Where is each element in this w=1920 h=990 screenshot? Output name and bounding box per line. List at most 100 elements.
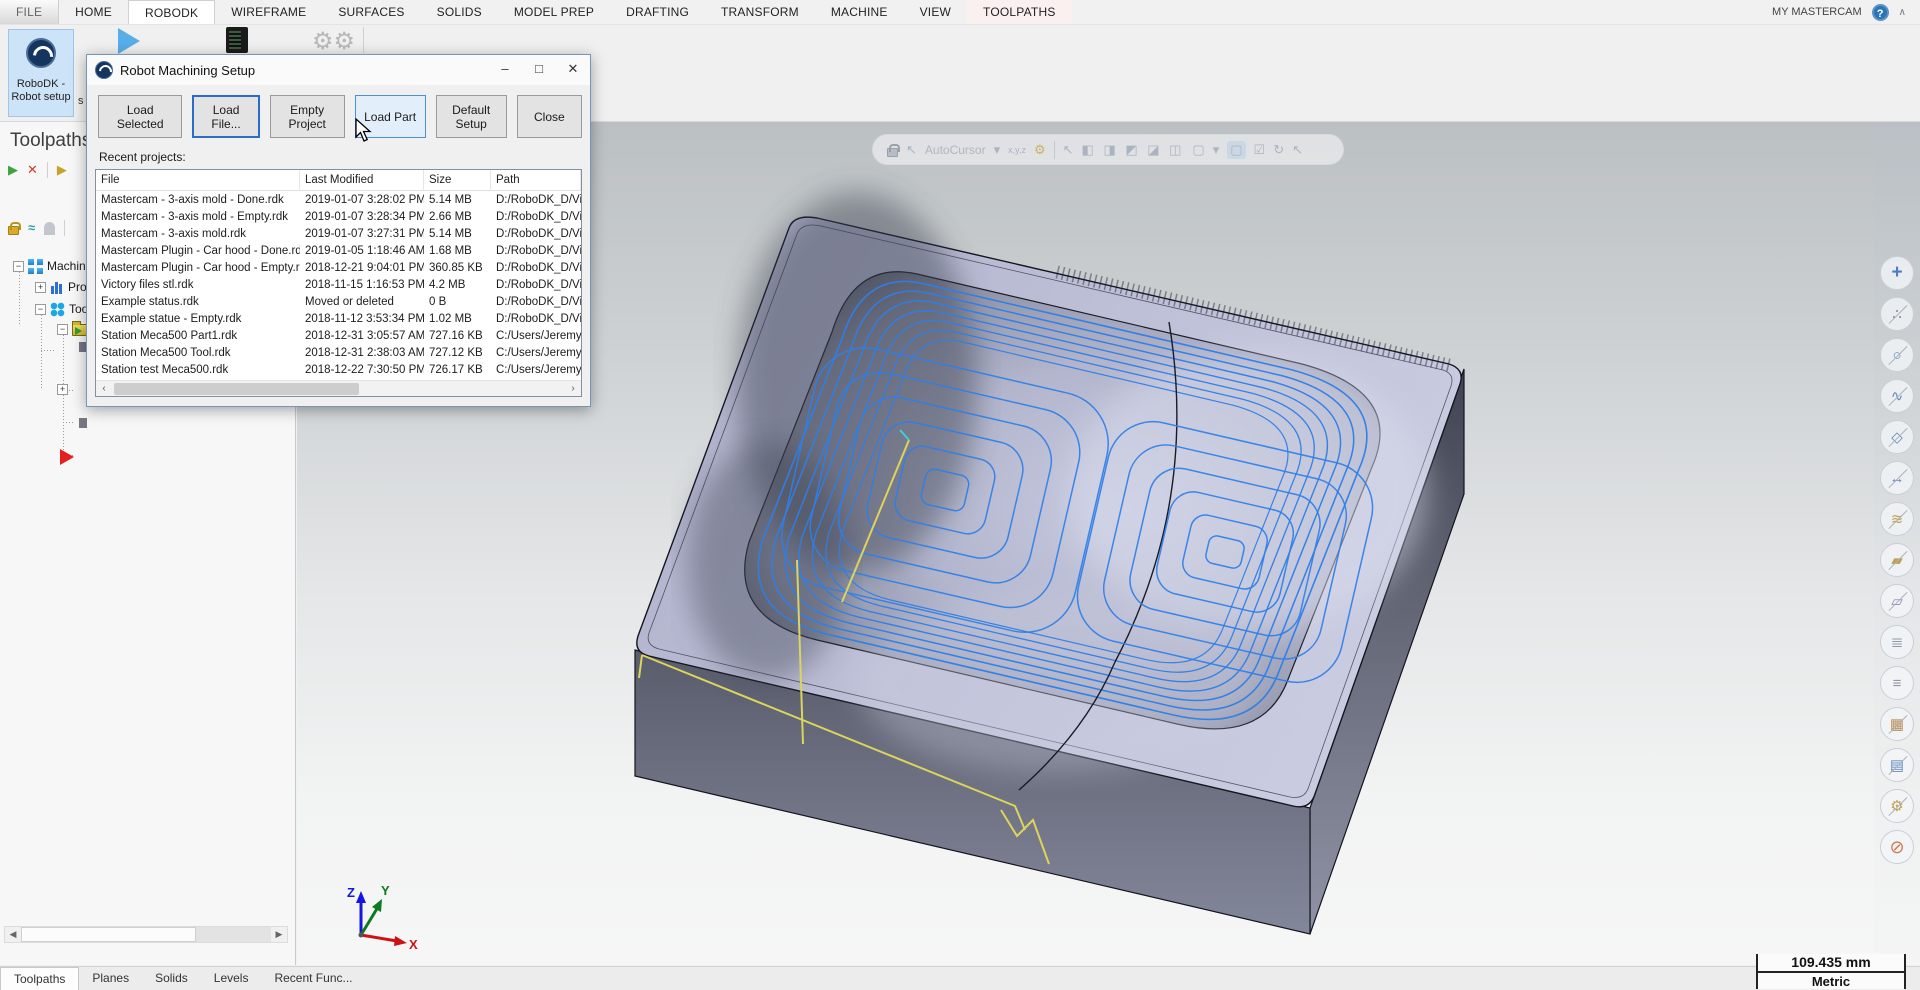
- dialog-titlebar[interactable]: Robot Machining Setup – □ ✕: [87, 55, 590, 85]
- table-row[interactable]: Mastercam - 3-axis mold - Done.rdk2019-0…: [96, 191, 581, 208]
- tree-item-suboperation[interactable]: +: [57, 380, 68, 398]
- qm-select-list-pin[interactable]: ≡: [1880, 666, 1914, 700]
- help-icon[interactable]: ?: [1872, 4, 1889, 21]
- program-icon[interactable]: [226, 27, 248, 53]
- empty-project-button[interactable]: Empty Project: [270, 95, 345, 138]
- qm-select-wireframe[interactable]: ◇: [1880, 420, 1914, 454]
- tab-view[interactable]: VIEW: [904, 0, 967, 24]
- qm-select-dimensions[interactable]: ↔: [1880, 461, 1914, 495]
- qm-select-solids[interactable]: ▰: [1880, 543, 1914, 577]
- tab-file[interactable]: FILE: [0, 0, 59, 24]
- statusbar-tab-recent-functions[interactable]: Recent Func...: [261, 967, 365, 990]
- autocursor-dropdown-icon[interactable]: ▾: [994, 142, 1001, 158]
- expand-icon[interactable]: +: [57, 384, 68, 395]
- close-button[interactable]: Close: [517, 95, 582, 138]
- table-row[interactable]: Victory files stl.rdk2018-11-15 1:16:53 …: [96, 276, 581, 293]
- end-selection-icon[interactable]: ↖: [1292, 142, 1303, 158]
- autocursor-cursor-icon[interactable]: ↖: [906, 142, 917, 158]
- qm-select-all[interactable]: +: [1880, 256, 1914, 290]
- simulate-icon[interactable]: [118, 28, 140, 54]
- default-setup-button[interactable]: Default Setup: [436, 95, 507, 138]
- selection-dropdown-icon[interactable]: ▾: [1213, 142, 1220, 158]
- robodk-setup-button[interactable]: RoboDK - Robot setup: [8, 29, 74, 117]
- table-header[interactable]: File Last Modified Size Path: [96, 170, 581, 191]
- tab-transform[interactable]: TRANSFORM: [705, 0, 815, 24]
- tab-model-prep[interactable]: MODEL PREP: [498, 0, 610, 24]
- qm-select-arcs[interactable]: ○: [1880, 338, 1914, 372]
- validate-selection-icon[interactable]: ☑: [1254, 142, 1266, 158]
- qm-select-surfaces[interactable]: ≋: [1880, 502, 1914, 536]
- ghost-operations-icon[interactable]: [44, 222, 55, 235]
- toolpath-display-icon[interactable]: ≈: [28, 220, 35, 236]
- load-file-button[interactable]: Load File...: [192, 95, 259, 138]
- statusbar-tab-toolpaths[interactable]: Toolpaths: [0, 967, 79, 990]
- qm-clear-masks[interactable]: ⊘: [1880, 830, 1914, 864]
- gears-icon[interactable]: ⚙⚙: [312, 27, 355, 56]
- scrollbar-thumb[interactable]: [114, 383, 359, 395]
- table-row[interactable]: Station test Meca500.rdk2018-12-22 7:30:…: [96, 361, 581, 378]
- tab-solids[interactable]: SOLIDS: [421, 0, 498, 24]
- column-header-file[interactable]: File: [96, 170, 300, 191]
- qm-select-parts[interactable]: ▱: [1880, 584, 1914, 618]
- table-row[interactable]: Mastercam Plugin - Car hood - Done.rdk20…: [96, 242, 581, 259]
- insert-arrow-marker[interactable]: [60, 448, 74, 466]
- maximize-button[interactable]: □: [522, 55, 556, 85]
- expand-icon[interactable]: +: [35, 282, 46, 293]
- scrollbar-track[interactable]: [21, 927, 271, 942]
- tab-toolpaths[interactable]: TOOLPATHS: [967, 0, 1071, 24]
- load-selected-button[interactable]: Load Selected: [98, 95, 182, 138]
- recent-projects-table[interactable]: File Last Modified Size Path Mastercam -…: [95, 169, 582, 397]
- select-cursor-icon[interactable]: ↖: [1063, 142, 1074, 158]
- qm-select-list[interactable]: ≣: [1880, 625, 1914, 659]
- table-row[interactable]: Example status.rdkMoved or deleted0 BD:/…: [96, 293, 581, 310]
- qm-select-levels[interactable]: ▤: [1880, 748, 1914, 782]
- solid-selection-icons[interactable]: ◧ ◨ ◩ ◪ ◫: [1082, 142, 1185, 158]
- statusbar-tab-planes[interactable]: Planes: [79, 967, 142, 990]
- close-window-button[interactable]: ✕: [556, 55, 590, 85]
- qm-select-settings[interactable]: ⚙: [1880, 789, 1914, 823]
- autocursor-settings-icon[interactable]: ⚙: [1034, 142, 1046, 158]
- xyz-entry-icon[interactable]: x,y,z: [1008, 145, 1026, 155]
- tab-surfaces[interactable]: SURFACES: [322, 0, 420, 24]
- my-mastercam-link[interactable]: MY MASTERCAM: [1772, 6, 1862, 18]
- lock-icon[interactable]: [8, 226, 19, 235]
- minimize-button[interactable]: –: [488, 55, 522, 85]
- select-all-operations-icon[interactable]: ▶: [8, 162, 18, 178]
- tab-robodk[interactable]: ROBODK: [128, 0, 215, 24]
- table-row[interactable]: Station Meca500 Tool.rdk2018-12-31 2:38:…: [96, 344, 581, 361]
- qm-select-points[interactable]: ∴: [1880, 297, 1914, 331]
- tab-home[interactable]: HOME: [59, 0, 128, 24]
- collapse-icon[interactable]: −: [57, 324, 68, 335]
- qm-select-colors[interactable]: ▦: [1880, 707, 1914, 741]
- scrollbar-thumb[interactable]: [21, 927, 196, 942]
- tree-item-properties[interactable]: + Prop: [35, 278, 93, 296]
- tab-drafting[interactable]: DRAFTING: [610, 0, 705, 24]
- table-row[interactable]: Mastercam - 3-axis mold.rdk2019-01-07 3:…: [96, 225, 581, 242]
- tree-item-toolpath-group[interactable]: − Tool: [35, 300, 91, 318]
- tab-wireframe[interactable]: WIREFRAME: [215, 0, 322, 24]
- collapse-ribbon-icon[interactable]: ∧: [1899, 7, 1906, 18]
- collapse-icon[interactable]: −: [35, 304, 46, 315]
- active-selection-icon[interactable]: ▢: [1227, 141, 1245, 159]
- table-row[interactable]: Station Meca500 Part1.rdk2018-12-31 3:05…: [96, 327, 581, 344]
- table-horizontal-scrollbar[interactable]: ‹ ›: [96, 380, 581, 396]
- column-header-size[interactable]: Size: [424, 170, 491, 191]
- scroll-right-icon[interactable]: ›: [565, 383, 581, 394]
- scrollbar-track[interactable]: [112, 382, 565, 396]
- qm-select-splines[interactable]: ∿: [1880, 379, 1914, 413]
- table-row[interactable]: Example statue - Empty.rdk2018-11-12 3:5…: [96, 310, 581, 327]
- panel-horizontal-scrollbar[interactable]: ◀ ▶: [4, 926, 288, 943]
- lock-icon[interactable]: [887, 148, 898, 157]
- regen-operations-icon[interactable]: ▶: [57, 162, 67, 178]
- scroll-right-icon[interactable]: ▶: [271, 929, 287, 940]
- tab-machine[interactable]: MACHINE: [815, 0, 904, 24]
- tree-item-machine-group[interactable]: − Machine: [13, 257, 92, 275]
- scroll-left-icon[interactable]: ‹: [96, 383, 112, 394]
- rotate-view-icon[interactable]: ↻: [1273, 142, 1284, 158]
- table-row[interactable]: Mastercam - 3-axis mold - Empty.rdk2019-…: [96, 208, 581, 225]
- table-row[interactable]: Mastercam Plugin - Car hood - Empty.rdk2…: [96, 259, 581, 276]
- window-selection-icon[interactable]: ▢: [1192, 142, 1204, 158]
- tree-item-operation-folder[interactable]: −: [57, 320, 89, 338]
- collapse-icon[interactable]: −: [13, 261, 24, 272]
- statusbar-tab-levels[interactable]: Levels: [201, 967, 262, 990]
